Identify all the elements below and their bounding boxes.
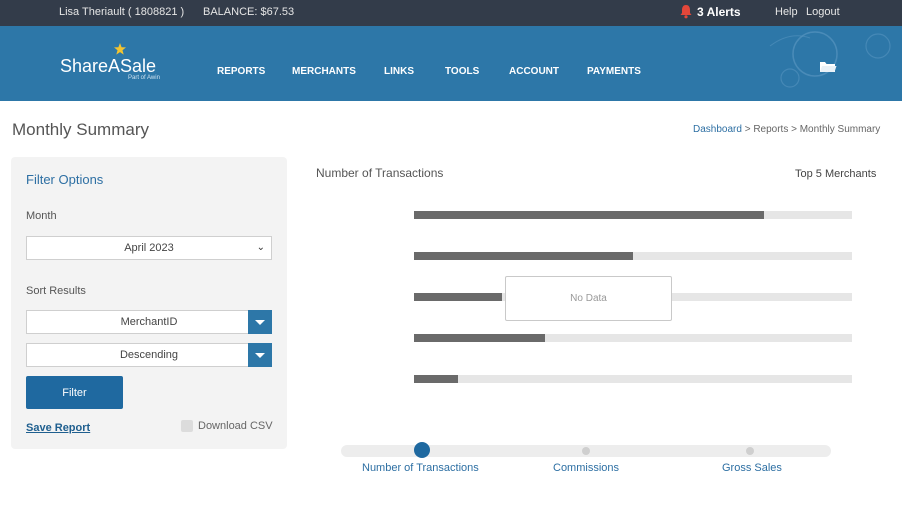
sort-by-select[interactable]: MerchantID	[26, 310, 272, 334]
top-merchants-label: Top 5 Merchants	[795, 168, 877, 180]
slider-dot-gross-sales[interactable]	[746, 447, 754, 455]
chart-title: Number of Transactions	[316, 166, 444, 180]
sort-label: Sort Results	[26, 285, 86, 297]
balance: BALANCE: $67.53	[203, 6, 295, 18]
sort-order-value: Descending	[119, 349, 179, 361]
month-value: April 2023	[124, 242, 174, 254]
alerts-label: 3 Alerts	[697, 4, 741, 19]
slider-dot-active[interactable]	[414, 442, 430, 458]
save-report-link[interactable]: Save Report	[26, 422, 90, 434]
bar-fill	[414, 211, 765, 219]
bar-fill	[414, 334, 546, 342]
month-select[interactable]: April 2023 ⌄	[26, 236, 272, 260]
nav-merchants[interactable]: MERCHANTS	[292, 66, 356, 77]
bell-icon	[680, 5, 692, 19]
bar-fill	[414, 252, 633, 260]
help-link[interactable]: Help	[775, 6, 798, 18]
bar-fill	[414, 375, 458, 383]
filter-title: Filter Options	[26, 172, 104, 187]
logout-link[interactable]: Logout	[806, 6, 840, 18]
dropdown-arrow-icon[interactable]	[248, 343, 272, 367]
top-bar: Lisa Theriault ( 1808821 ) BALANCE: $67.…	[0, 0, 902, 26]
breadcrumb: Dashboard > Reports > Monthly Summary	[693, 124, 880, 135]
user-info: Lisa Theriault ( 1808821 )	[59, 6, 185, 18]
nav-links[interactable]: LINKS	[384, 66, 414, 77]
logo-subtitle: Part of Awin	[128, 75, 160, 81]
star-icon	[114, 43, 126, 55]
bar-fill	[414, 293, 502, 301]
folder-icon[interactable]	[819, 60, 837, 74]
dropdown-arrow-icon[interactable]	[248, 310, 272, 334]
breadcrumb-trail: > Reports > Monthly Summary	[741, 124, 881, 135]
bar-track	[414, 334, 852, 342]
sort-by-value: MerchantID	[120, 316, 178, 328]
nav-reports[interactable]: REPORTS	[217, 66, 265, 77]
logo[interactable]: ShareASale	[60, 56, 156, 77]
tab-number-of-transactions[interactable]: Number of Transactions	[362, 462, 479, 474]
month-label: Month	[26, 210, 57, 222]
breadcrumb-dashboard[interactable]: Dashboard	[693, 124, 742, 135]
chevron-down-icon: ⌄	[256, 242, 265, 253]
download-csv-label: Download CSV	[198, 420, 273, 432]
filter-button[interactable]: Filter	[26, 376, 123, 409]
filter-panel: Filter Options Month April 2023 ⌄ Sort R…	[11, 157, 287, 449]
no-data-message: No Data	[505, 276, 672, 321]
bar-track	[414, 211, 852, 219]
bar-track	[414, 375, 852, 383]
main-header: ShareASale Part of Awin REPORTS MERCHANT…	[0, 26, 902, 101]
alerts-link[interactable]: 3 Alerts	[679, 4, 741, 19]
tab-commissions[interactable]: Commissions	[553, 462, 619, 474]
nav-tools[interactable]: TOOLS	[445, 66, 479, 77]
download-csv-checkbox[interactable]	[181, 420, 193, 432]
page-title: Monthly Summary	[12, 120, 149, 139]
sort-order-select[interactable]: Descending	[26, 343, 272, 367]
nav-payments[interactable]: PAYMENTS	[587, 66, 641, 77]
tab-gross-sales[interactable]: Gross Sales	[722, 462, 782, 474]
nav-account[interactable]: ACCOUNT	[509, 66, 559, 77]
bar-track	[414, 252, 852, 260]
download-csv-toggle[interactable]: Download CSV	[181, 420, 273, 432]
slider-dot-commissions[interactable]	[582, 447, 590, 455]
